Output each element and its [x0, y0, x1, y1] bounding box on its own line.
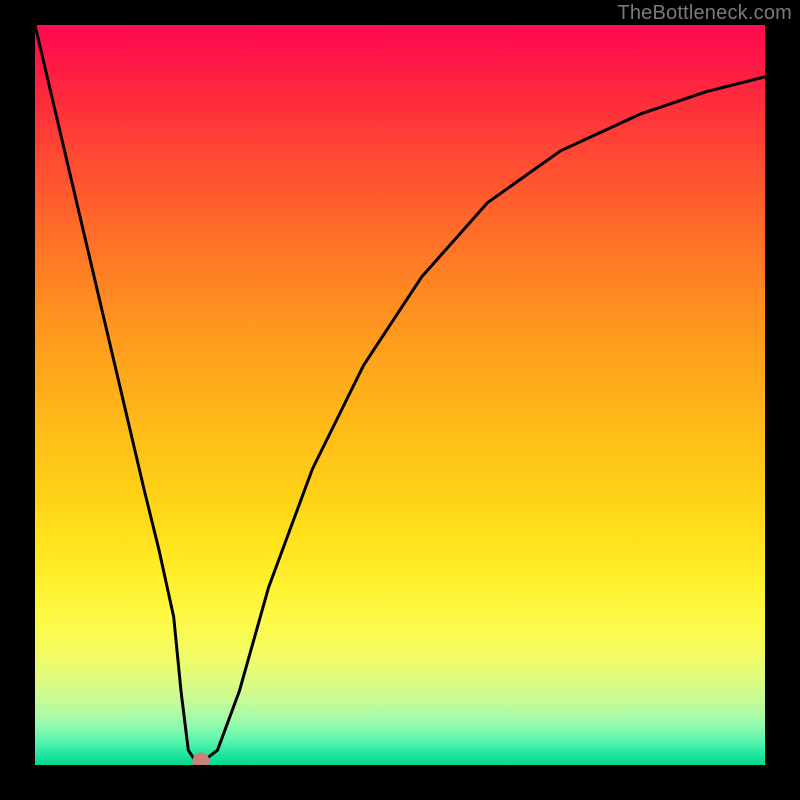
optimal-point-marker	[192, 752, 209, 765]
attribution-label: TheBottleneck.com	[617, 2, 792, 25]
chart-frame: TheBottleneck.com	[0, 0, 800, 800]
plot-area	[35, 25, 765, 765]
bottleneck-curve	[35, 25, 765, 765]
